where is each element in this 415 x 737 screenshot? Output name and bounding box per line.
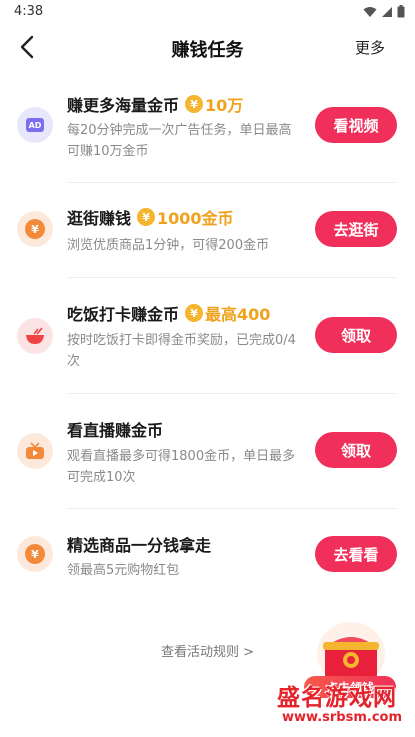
go-look-button[interactable]: 去看看: [315, 536, 397, 572]
task-title-row: 逛街赚钱 ¥ 1000金币: [67, 205, 234, 229]
yuan-coin-icon: ¥: [17, 536, 53, 572]
task-title-row: 赚更多海量金币 ¥ 10万: [67, 92, 243, 116]
divider: [67, 393, 397, 394]
coin-icon: ¥: [185, 304, 204, 322]
signal-icon: [382, 6, 392, 17]
claim-live-reward-button[interactable]: 领取: [315, 432, 397, 468]
watermark-url: www.srbsm.com: [282, 710, 402, 725]
task-description: 每20分钟完成一次广告任务，单日最高可赚10万金币: [67, 123, 292, 159]
task-title: 逛街赚钱: [67, 209, 132, 228]
battery-icon: [397, 5, 405, 18]
wifi-icon: [363, 6, 377, 17]
watermark-logo: 盛名游戏网: [277, 685, 397, 711]
task-reward: 1000金币: [157, 209, 234, 228]
yuan-coin-icon: ¥: [17, 211, 53, 247]
status-icons: [363, 5, 405, 18]
coin-icon: ¥: [137, 208, 156, 226]
ad-icon-label: AD: [28, 120, 42, 130]
rice-bowl-icon: [17, 318, 53, 354]
status-bar: 4:38: [0, 0, 415, 24]
task-title: 精选商品一分钱拿走: [67, 536, 212, 555]
status-time: 4:38: [14, 4, 44, 19]
more-button[interactable]: 更多: [355, 37, 385, 58]
divider: [67, 508, 397, 509]
task-title-row: 看直播赚金币: [67, 417, 163, 441]
go-shopping-button[interactable]: 去逛街: [315, 211, 397, 247]
coin-icon: ¥: [185, 95, 204, 113]
claim-meal-reward-button[interactable]: 领取: [315, 317, 397, 353]
task-title: 赚更多海量金币: [67, 96, 180, 115]
task-title-row: 吃饭打卡赚金币 ¥ 最高400: [67, 301, 270, 325]
task-title: 吃饭打卡赚金币: [67, 305, 180, 324]
ad-icon: AD: [17, 107, 53, 143]
page-title: 赚钱任务: [171, 40, 244, 61]
task-description: 按时吃饭打卡即得金币奖励，已完成0/4次: [67, 333, 296, 369]
task-description: 浏览优质商品1分钟，可得200金币: [67, 238, 270, 253]
nav-bar: 赚钱任务 更多: [0, 24, 415, 70]
divider: [67, 182, 397, 183]
task-description: 领最高5元购物红包: [67, 563, 180, 578]
task-description: 观看直播最多可得1800金币，单日最多可完成10次: [67, 449, 296, 485]
task-title: 看直播赚金币: [67, 421, 164, 440]
watch-video-button[interactable]: 看视频: [315, 107, 397, 143]
divider: [67, 277, 397, 278]
task-reward: 10万: [205, 96, 244, 115]
task-title-row: 精选商品一分钱拿走: [67, 532, 211, 556]
task-reward: 最高400: [205, 305, 271, 324]
live-tv-icon: [17, 433, 53, 469]
